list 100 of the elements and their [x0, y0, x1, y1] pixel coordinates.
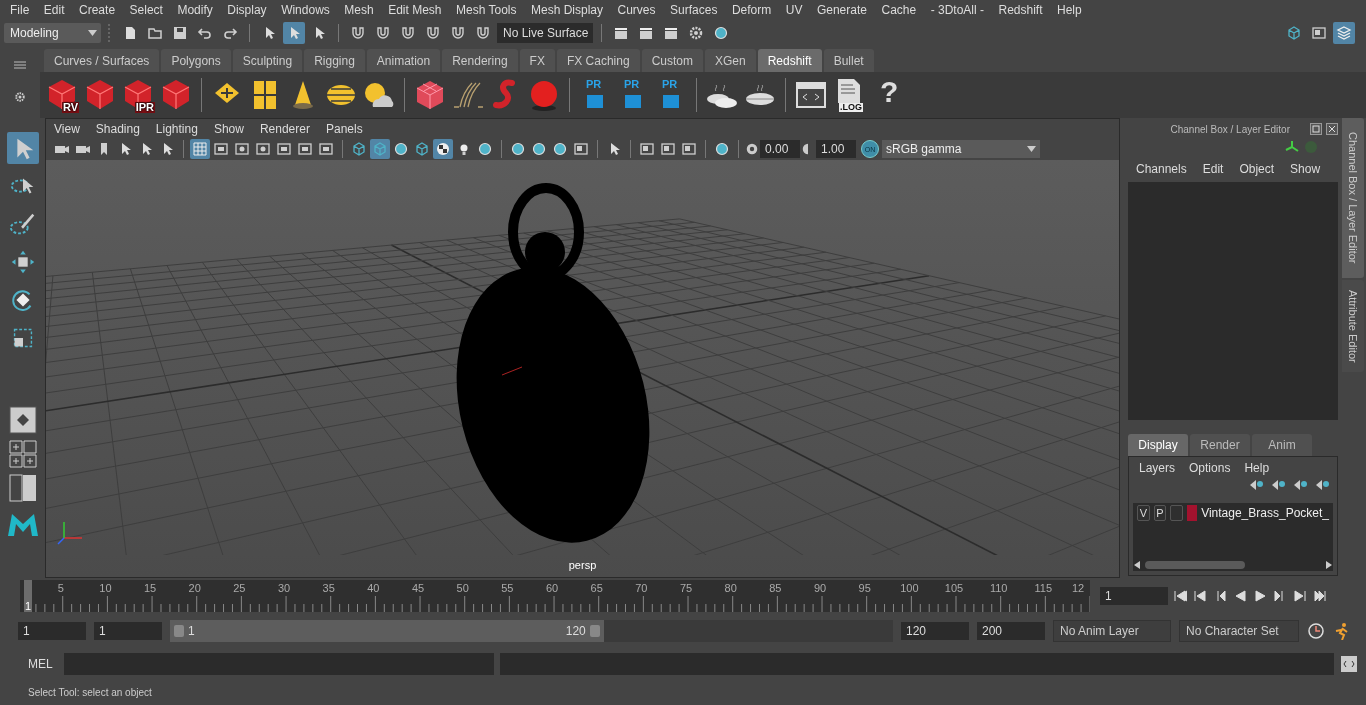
menu-item[interactable]: Object — [1239, 162, 1275, 176]
menu-item[interactable]: Select — [129, 3, 163, 17]
shelf-tab[interactable]: Rendering — [442, 49, 518, 72]
layer-tab[interactable]: Render — [1190, 434, 1250, 456]
menu-item[interactable]: File — [10, 3, 30, 17]
side-tab[interactable]: Attribute Editor — [1342, 280, 1364, 372]
menu-item[interactable]: Options — [1189, 461, 1231, 475]
shelf-tab[interactable]: FX Caching — [556, 49, 640, 72]
playback-toggle[interactable]: P — [1153, 505, 1167, 521]
current-frame-marker[interactable]: 1 — [24, 580, 32, 612]
color-space-dropdown[interactable]: sRGB gamma — [882, 140, 1040, 158]
layer-action-icon[interactable] — [1249, 479, 1263, 491]
menu-item[interactable]: Surfaces — [670, 3, 718, 17]
caret-icon[interactable] — [88, 30, 97, 36]
visibility-toggle[interactable]: V — [1137, 505, 1150, 521]
playback-control-icon[interactable] — [1172, 589, 1188, 603]
end-time-field[interactable]: 200 — [977, 622, 1045, 640]
shelf-tab[interactable]: Custom — [641, 49, 703, 72]
menu-item[interactable]: UV — [785, 3, 803, 17]
cursor-icon[interactable] — [283, 22, 305, 44]
range-end-handle[interactable] — [589, 625, 600, 637]
menu-item[interactable]: Edit — [43, 3, 65, 17]
menu-item[interactable]: Show — [213, 121, 244, 136]
menu-item[interactable]: Edit — [1202, 162, 1224, 176]
menu-item[interactable]: Redshift — [998, 3, 1043, 17]
select-tool-icon[interactable] — [6, 132, 39, 164]
menu-icon[interactable] — [14, 61, 26, 69]
menu-item[interactable]: Modify — [177, 3, 213, 17]
command-input[interactable] — [64, 653, 494, 675]
menu-item[interactable]: Deform — [731, 3, 772, 17]
layer-tab[interactable]: Display — [1128, 434, 1188, 456]
shelf-tab[interactable]: Bullet — [823, 49, 874, 72]
menu-item[interactable]: Edit Mesh — [388, 3, 442, 17]
menu-item[interactable]: Layers — [1139, 461, 1176, 475]
shelf-tab[interactable]: Curves / Surfaces — [44, 49, 160, 72]
shelf-tab[interactable]: XGen — [704, 49, 756, 72]
mode-dropdown[interactable]: Modeling — [4, 23, 101, 43]
scroll-left-icon[interactable] — [1133, 560, 1141, 570]
menu-item[interactable]: Help — [1244, 461, 1270, 475]
shelf-tab[interactable]: Animation — [366, 49, 441, 72]
menu-item[interactable]: Lighting — [155, 121, 198, 136]
anim-layer-dropdown[interactable]: No Anim Layer — [1053, 620, 1171, 642]
layers-icon[interactable] — [1333, 22, 1355, 44]
playback-control-icon[interactable] — [1252, 589, 1268, 603]
two-view-layout-icon[interactable] — [8, 474, 37, 502]
playback-end-field[interactable]: 120 — [901, 622, 969, 640]
character-set-dropdown[interactable]: No Character Set — [1179, 620, 1299, 642]
shelf-tab[interactable]: Rigging — [304, 49, 365, 72]
menu-item[interactable]: Windows — [281, 3, 330, 17]
gamma-field[interactable]: 1.00 — [816, 140, 856, 158]
settings-icon[interactable] — [14, 91, 26, 103]
current-frame-field[interactable]: 1 — [1100, 587, 1168, 605]
playback-control-icon[interactable] — [1192, 589, 1208, 603]
layer-tab[interactable]: Anim — [1252, 434, 1312, 456]
side-tab[interactable]: Channel Box / Layer Editor — [1342, 118, 1364, 278]
menu-item[interactable]: Mesh Tools — [456, 3, 517, 17]
four-view-layout-icon[interactable] — [8, 440, 37, 468]
caret-icon[interactable] — [1027, 146, 1036, 152]
playback-control-icon[interactable] — [1312, 589, 1328, 603]
menu-item[interactable]: Mesh — [344, 3, 374, 17]
menu-item[interactable]: Mesh Display — [531, 3, 604, 17]
menu-item[interactable]: Display — [227, 3, 267, 17]
checker-icon[interactable] — [433, 139, 453, 159]
shelf-tab[interactable]: FX — [519, 49, 555, 72]
script-editor-icon[interactable] — [1340, 655, 1358, 673]
key-icon[interactable] — [1307, 622, 1325, 640]
menu-item[interactable]: Channels — [1136, 162, 1187, 176]
menu-item[interactable]: Show — [1290, 162, 1321, 176]
display-type-toggle[interactable] — [1170, 505, 1184, 521]
scrollbar-thumb[interactable] — [1145, 561, 1245, 569]
shelf-tab[interactable]: Polygons — [161, 49, 231, 72]
menu-item[interactable]: Create — [79, 3, 116, 17]
menu-item[interactable]: Help — [1057, 3, 1082, 17]
playback-start-field[interactable]: 1 — [94, 622, 162, 640]
close-button[interactable] — [1326, 123, 1338, 135]
scroll-right-icon[interactable] — [1325, 560, 1333, 570]
menu-item[interactable]: Generate — [816, 3, 867, 17]
menu-item[interactable]: Panels — [325, 121, 363, 136]
range-start-handle[interactable] — [174, 625, 184, 637]
layer-color-swatch[interactable] — [1187, 505, 1198, 521]
shelf-tab[interactable]: Sculpting — [232, 49, 303, 72]
menu-item[interactable]: - 3DtoAll - — [930, 3, 984, 17]
single-view-layout-icon[interactable] — [8, 406, 37, 434]
menu-item[interactable]: Cache — [881, 3, 917, 17]
playback-control-icon[interactable] — [1292, 589, 1308, 603]
live-surface-field[interactable]: No Live Surface — [497, 23, 593, 43]
menu-item[interactable]: View — [54, 121, 80, 136]
menu-item[interactable]: Curves — [617, 3, 656, 17]
aperture-icon[interactable] — [745, 142, 759, 156]
time-slider[interactable]: 1 5 10 15 20 25 30 35 40 45 50 55 60 65 70 75 80 85 90 95 100 105 110 115 12 — [20, 580, 1090, 612]
menu-item[interactable]: Renderer — [259, 121, 310, 136]
start-time-field[interactable]: 1 — [18, 622, 86, 640]
command-language-label[interactable]: MEL — [18, 657, 58, 671]
grid-icon[interactable] — [190, 139, 210, 159]
layer-action-icon[interactable] — [1271, 479, 1285, 491]
float-button[interactable] — [1310, 123, 1322, 135]
menu-item[interactable]: Shading — [95, 121, 140, 136]
exposure-field[interactable]: 0.00 — [760, 140, 800, 158]
shelf-tab[interactable]: Redshift — [757, 49, 822, 72]
range-slider[interactable]: 1 120 — [170, 620, 893, 642]
